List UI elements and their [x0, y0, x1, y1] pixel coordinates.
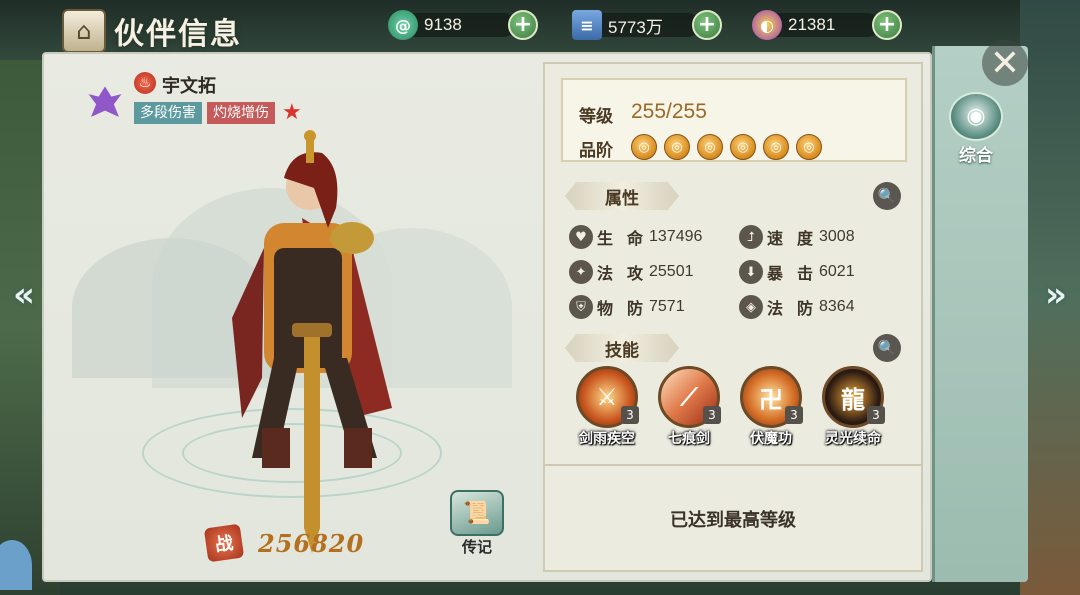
- next-partner-arrow-icon[interactable]: »: [1036, 275, 1076, 315]
- info-panel: 等级 255/255 品阶 ◎ ◎ ◎ ◎ ◎ ◎ 属性 🔍 ♥ 生命 1374…: [543, 62, 923, 572]
- stat-magic-def: ◈ 法防 8364: [739, 294, 855, 320]
- trait-tag-burn-damage: 灼烧增伤: [207, 102, 275, 124]
- add-crystal-button[interactable]: +: [872, 10, 902, 40]
- skill-level-badge: 3: [785, 406, 803, 424]
- max-level-message: 已达到最高等级: [670, 510, 796, 531]
- crystal-icon: ◐: [752, 10, 782, 40]
- grade-hex-icon: ◎: [631, 134, 657, 160]
- jade-coin-icon: @: [388, 10, 418, 40]
- grade-icons: ◎ ◎ ◎ ◎ ◎ ◎: [631, 134, 822, 160]
- currency-silver-value: 5773万: [608, 17, 663, 37]
- faction-icon: [88, 86, 122, 117]
- level-label: 等级: [579, 107, 613, 127]
- skill-name: 剑雨疾空: [579, 431, 635, 447]
- skill-name: 伏魔功: [750, 431, 792, 447]
- currency-crystal: ◐ 21381 +: [752, 8, 902, 42]
- stat-phys-def: ⛨ 物防 7571: [569, 294, 685, 320]
- skill-item[interactable]: 卍 3 伏魔功: [739, 366, 803, 448]
- stat-magic-attack-label: 法攻: [597, 264, 658, 283]
- boot-icon: ⮥: [739, 225, 763, 249]
- grade-label: 品阶: [579, 141, 613, 161]
- skills-search-icon[interactable]: 🔍: [873, 334, 901, 362]
- level-box: 等级 255/255 品阶 ◎ ◎ ◎ ◎ ◎ ◎: [561, 78, 907, 162]
- combat-power-value: 256820: [258, 528, 365, 558]
- skills-list: ⚔ 3 剑雨疾空 ⟋ 3 七痕剑 卍 3 伏魔功 龍 3 灵光续命: [575, 366, 885, 448]
- page-title: 伙伴信息: [114, 17, 242, 52]
- tab-overview-label: 综合: [959, 146, 993, 166]
- skill-name: 七痕剑: [668, 431, 710, 447]
- stat-hp-label: 生命: [597, 229, 658, 248]
- wand-icon: ✦: [569, 260, 593, 284]
- grade-hex-icon: ◎: [763, 134, 789, 160]
- skill-item[interactable]: ⟋ 3 七痕剑: [657, 366, 721, 448]
- stat-phys-def-label: 物防: [597, 299, 658, 318]
- house-icon: ⌂: [62, 9, 106, 53]
- tab-overview[interactable]: ◉ 综合: [946, 92, 1006, 166]
- stat-hp-value: 137496: [649, 228, 703, 245]
- star-icon: ★: [282, 100, 302, 125]
- grade-hex-icon: ◎: [730, 134, 756, 160]
- attributes-search-icon[interactable]: 🔍: [873, 182, 901, 210]
- shield-icon: ⛨: [569, 295, 593, 319]
- add-silver-button[interactable]: +: [692, 10, 722, 40]
- skill-item[interactable]: ⚔ 3 剑雨疾空: [575, 366, 639, 448]
- stat-magic-attack-value: 25501: [649, 263, 694, 280]
- grade-hex-icon: ◎: [697, 134, 723, 160]
- character-name: 宇文拓: [162, 76, 216, 97]
- attributes-header: 属性: [565, 182, 679, 210]
- currency-crystal-value: 21381: [788, 15, 836, 34]
- stat-crit-value: 6021: [819, 263, 855, 280]
- currency-jade: @ 9138 +: [388, 8, 538, 42]
- skill-item[interactable]: 龍 3 灵光续命: [821, 366, 885, 448]
- fire-element-icon: ♨: [134, 72, 156, 94]
- skill-name: 灵光续命: [825, 431, 881, 447]
- book-icon: ≡: [572, 10, 602, 40]
- heart-icon: ♥: [569, 225, 593, 249]
- biography-label: 传记: [461, 538, 492, 556]
- currency-jade-value: 9138: [424, 15, 462, 34]
- skill-level-badge: 3: [703, 406, 721, 424]
- previous-partner-arrow-icon[interactable]: «: [4, 275, 44, 315]
- skill-level-badge: 3: [621, 406, 639, 424]
- add-jade-button[interactable]: +: [508, 10, 538, 40]
- stat-magic-def-value: 8364: [819, 298, 855, 315]
- grade-hex-icon: ◎: [664, 134, 690, 160]
- stat-phys-def-value: 7571: [649, 298, 685, 315]
- trait-tag-multi-hit: 多段伤害: [134, 102, 202, 124]
- stat-speed-value: 3008: [819, 228, 855, 245]
- close-button[interactable]: ✕: [982, 40, 1028, 86]
- stat-speed-label: 速度: [767, 229, 828, 248]
- stat-magic-attack: ✦ 法攻 25501: [569, 259, 694, 285]
- divider: [545, 464, 921, 466]
- page-header: ⌂ 伙伴信息: [62, 8, 342, 54]
- currency-silver: ≡ 5773万 +: [572, 8, 722, 42]
- stat-crit: ⬇ 暴击 6021: [739, 259, 855, 285]
- stat-magic-def-label: 法防: [767, 299, 828, 318]
- power-badge-icon: 战: [203, 523, 245, 563]
- crit-icon: ⬇: [739, 260, 763, 284]
- stat-crit-label: 暴击: [767, 264, 828, 283]
- skills-header: 技能: [565, 334, 679, 362]
- swirl-icon: ◉: [949, 92, 1003, 141]
- skill-level-badge: 3: [867, 406, 885, 424]
- stat-hp: ♥ 生命 137496: [569, 224, 702, 250]
- scroll-icon: 📜: [450, 490, 504, 536]
- magic-shield-icon: ◈: [739, 295, 763, 319]
- combat-power: 战 256820: [203, 523, 406, 563]
- level-value: 255/255: [631, 100, 707, 123]
- grade-hex-icon: ◎: [796, 134, 822, 160]
- stat-speed: ⮥ 速度 3008: [739, 224, 855, 250]
- biography-button[interactable]: 📜 传记: [442, 490, 512, 560]
